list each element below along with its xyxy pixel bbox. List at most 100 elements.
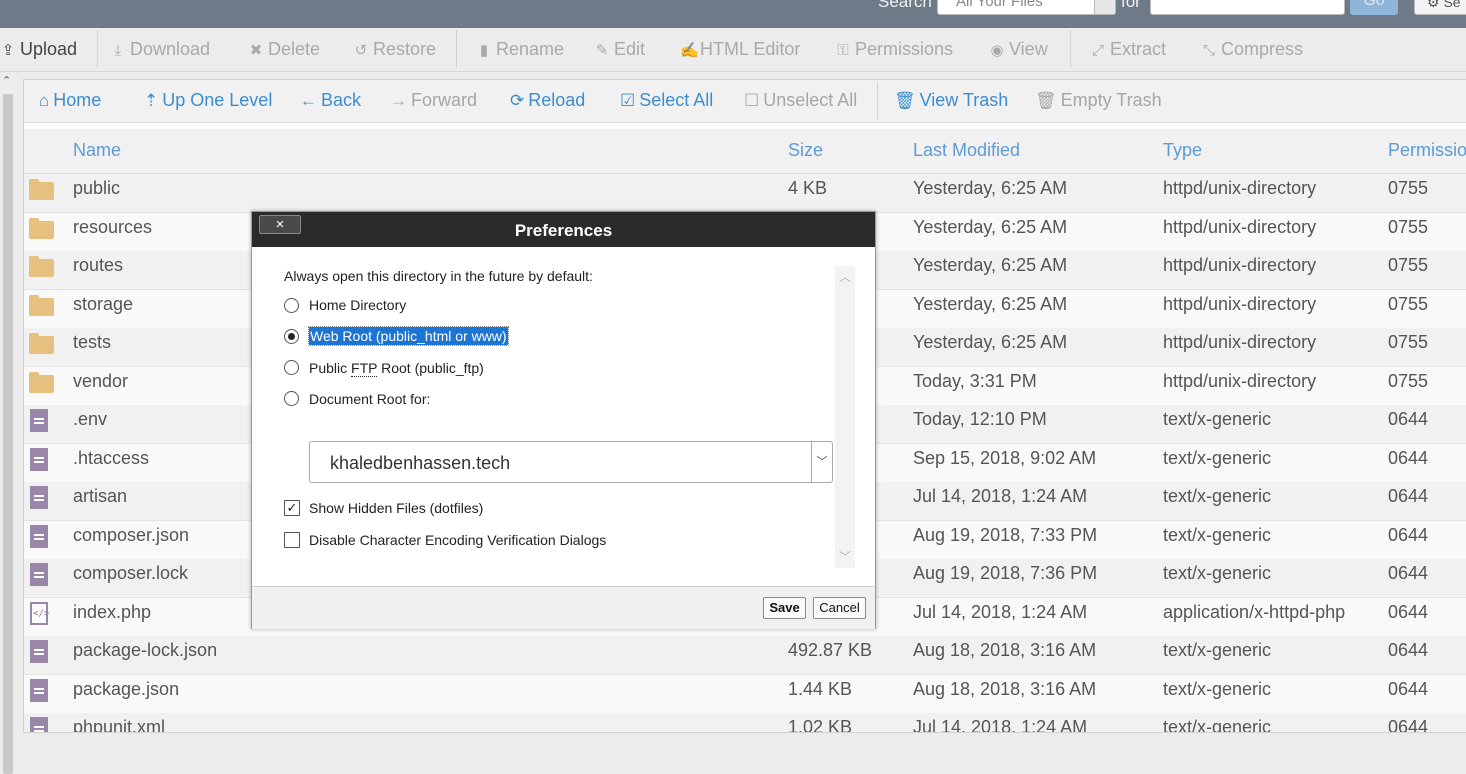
show-hidden-files-label[interactable]: Show Hidden Files (dotfiles)	[309, 500, 483, 516]
empty-trash-label: Empty Trash	[1060, 90, 1162, 110]
arrow-up-icon: ⇡	[144, 91, 159, 110]
column-header-name[interactable]: Name	[73, 140, 121, 161]
column-header-size[interactable]: Size	[788, 140, 823, 161]
cell-type: text/x-generic	[1163, 409, 1272, 429]
column-header-permissions[interactable]: Permissio	[1388, 140, 1466, 161]
cell-last-modified: Yesterday, 6:25 AM	[913, 293, 1068, 314]
save-button[interactable]: Save	[763, 597, 806, 619]
domain-select[interactable]: khaledbenhassen.tech ﹀	[309, 441, 833, 483]
file-icon	[30, 409, 48, 432]
cancel-button[interactable]: Cancel	[813, 597, 866, 619]
back-button[interactable]: ← Back	[300, 90, 361, 111]
go-button[interactable]: Go	[1350, 0, 1398, 15]
column-header-last-modified[interactable]: Last Modified	[913, 140, 1020, 161]
search-bar: Search All Your Files for Go ⚙ Se	[0, 0, 1466, 28]
cell-type: text/x-generic	[1163, 640, 1272, 660]
empty-trash-button[interactable]: 🗑 Empty Trash	[1035, 90, 1162, 111]
undo-icon: ↺	[354, 42, 368, 59]
radio-web-root[interactable]	[284, 329, 299, 344]
radio-home-directory-label[interactable]: Home Directory	[309, 297, 406, 313]
cell-name: vendor	[73, 370, 129, 391]
unselect-all-button[interactable]: ☐ Unselect All	[744, 90, 857, 111]
extract-button[interactable]: ⤢ Extract	[1090, 39, 1166, 60]
pencil-icon: ✎	[595, 42, 609, 59]
select-all-button[interactable]: ☑ Select All	[620, 90, 713, 111]
table-row[interactable]: phpunit.xml 1.02 KB Jul 14, 2018, 1:24 AM t…	[24, 713, 1466, 732]
view-button[interactable]: ◉ View	[989, 39, 1048, 60]
home-label: Home	[53, 90, 102, 110]
cell-permissions: 0644	[1388, 640, 1429, 660]
search-label: Search	[878, 0, 932, 11]
download-button[interactable]: ⤓ Download	[110, 39, 210, 60]
delete-button[interactable]: ✖ Delete	[248, 39, 320, 60]
directory-tree-scrollbar[interactable]: ⌃	[0, 72, 17, 774]
cell-last-modified: Yesterday, 6:25 AM	[913, 178, 1068, 198]
rename-button[interactable]: ▮ Rename	[476, 39, 564, 60]
file-icon	[30, 524, 48, 548]
rename-label: Rename	[496, 39, 565, 59]
table-row[interactable]: package-lock.json 492.87 KB Aug 18, 2018, …	[24, 636, 1466, 675]
restore-button[interactable]: ↺ Restore	[353, 39, 436, 60]
radio-public-ftp-root[interactable]	[284, 360, 299, 375]
folder-icon	[29, 294, 54, 316]
table-row[interactable]: package.json 1.44 KB Aug 18, 2018, 3:16 AM…	[24, 674, 1466, 714]
folder-icon	[29, 217, 54, 239]
dialog-titlebar: Preferences ×	[252, 212, 875, 247]
edit-box-icon: ✍	[680, 42, 699, 59]
search-input[interactable]	[1150, 0, 1345, 15]
view-trash-button[interactable]: 🗑 View Trash	[894, 90, 1008, 111]
default-directory-prompt: Always open this directory in the future…	[284, 268, 593, 284]
expand-icon: ⤢	[1091, 42, 1104, 59]
upload-icon: ⇪	[1, 42, 15, 59]
cell-last-modified: Sep 15, 2018, 9:02 AM	[913, 447, 1097, 468]
file-icon	[30, 486, 48, 509]
cell-type: httpd/unix-directory	[1163, 216, 1317, 237]
edit-button[interactable]: ✎ Edit	[594, 39, 645, 60]
permissions-button[interactable]: ⚿ Permissions	[835, 39, 953, 60]
view-label: View	[1009, 39, 1048, 59]
checkbox-checked-icon: ☑	[620, 91, 636, 110]
navigation-toolbar: ⌂ Home ⇡ Up One Level ← Back → Forward ⟳ Relo…	[24, 80, 1466, 123]
disable-encoding-dialogs-label[interactable]: Disable Character Encoding Verification …	[309, 532, 606, 548]
divider	[97, 30, 98, 68]
web-root-label-text: Web Root (public_html or www)	[308, 326, 509, 346]
close-button[interactable]: ×	[259, 215, 301, 234]
column-header-type[interactable]: Type	[1163, 140, 1202, 161]
cell-last-modified: Yesterday, 6:25 AM	[913, 255, 1068, 275]
compress-label: Compress	[1221, 39, 1304, 59]
folder-icon	[29, 333, 54, 354]
divider	[877, 82, 878, 120]
home-button[interactable]: ⌂ Home	[39, 90, 101, 111]
html-editor-button[interactable]: ✍HTML Editor	[680, 39, 800, 60]
dialog-scrollbar[interactable]: ︿ ﹀	[835, 266, 855, 568]
search-scope-value: All Your Files	[956, 0, 1043, 10]
cell-permissions: 0644	[1388, 601, 1429, 622]
radio-web-root-label[interactable]: Web Root (public_html or www)	[308, 326, 509, 346]
key-icon: ⚿	[837, 42, 849, 59]
folder-icon	[29, 256, 54, 277]
search-scope-select[interactable]: All Your Files	[937, 0, 1116, 15]
cell-size: 4 KB	[788, 178, 828, 198]
settings-label: Se	[1443, 0, 1461, 10]
upload-button[interactable]: ⇪ Upload	[0, 39, 77, 60]
restore-label: Restore	[373, 39, 437, 59]
cell-permissions: 0755	[1388, 255, 1429, 275]
disable-encoding-dialogs-checkbox[interactable]	[284, 532, 300, 548]
show-hidden-files-checkbox[interactable]: ✓	[284, 500, 300, 516]
arrow-left-icon: ←	[300, 91, 317, 110]
cell-permissions: 0644	[1388, 447, 1429, 468]
up-one-level-button[interactable]: ⇡ Up One Level	[144, 90, 272, 111]
settings-button[interactable]: ⚙ Se	[1414, 0, 1466, 15]
forward-button[interactable]: → Forward	[390, 90, 477, 111]
compress-button[interactable]: ⤡ Compress	[1201, 39, 1303, 60]
radio-public-ftp-root-label[interactable]: Public FTP Root (public_ftp)	[309, 360, 484, 377]
table-row[interactable]: public 4 KB Yesterday, 6:25 AM httpd/unix-d…	[24, 174, 1466, 213]
radio-home-directory[interactable]	[284, 298, 299, 313]
cell-permissions: 0755	[1388, 332, 1429, 352]
cell-permissions: 0755	[1388, 216, 1429, 237]
scrollbar-thumb[interactable]	[3, 94, 13, 774]
reload-button[interactable]: ⟳ Reload	[510, 90, 585, 111]
radio-document-root-label[interactable]: Document Root for:	[309, 391, 430, 407]
radio-document-root[interactable]	[284, 391, 299, 406]
cell-name: .env	[73, 409, 108, 429]
